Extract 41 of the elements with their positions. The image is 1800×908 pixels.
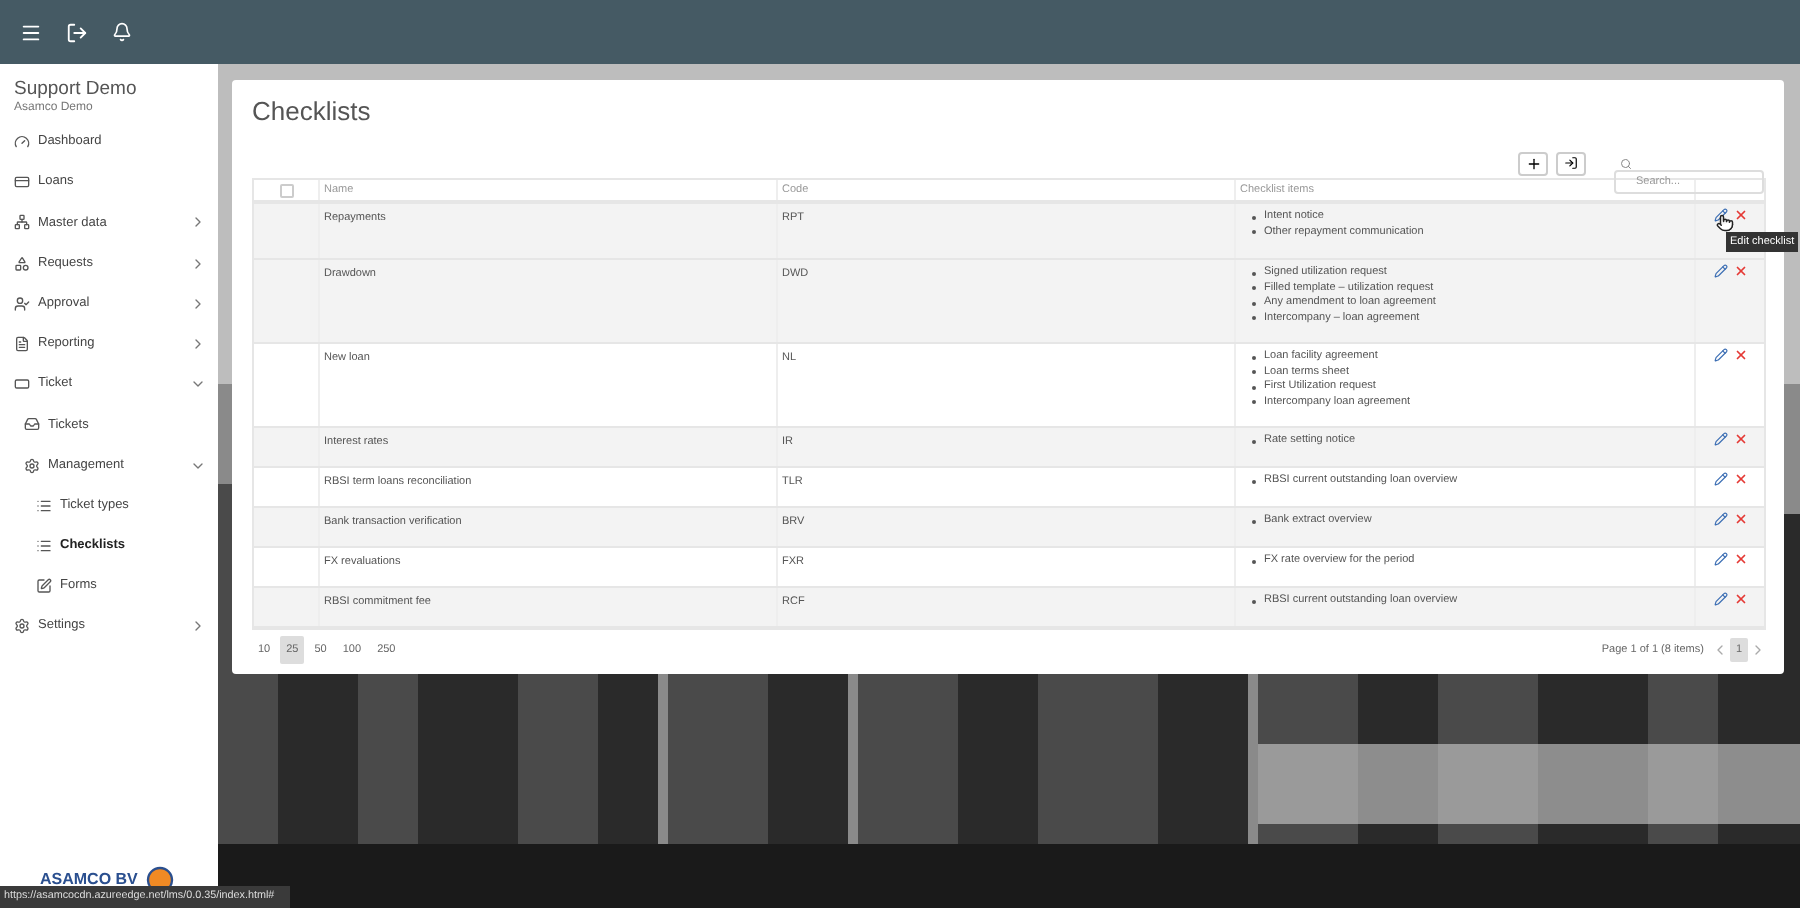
next-page-icon[interactable] <box>1750 642 1766 658</box>
menu-icon[interactable] <box>20 21 42 43</box>
delete-icon[interactable] <box>1734 512 1748 526</box>
pointer-icon <box>1716 214 1734 232</box>
import-icon <box>1564 156 1578 170</box>
logo-text: ASAMCO BV <box>40 872 138 888</box>
chevron-right-icon <box>190 336 206 353</box>
settings-icon <box>14 618 30 635</box>
rectangle-icon <box>14 376 30 393</box>
chevron-right-icon <box>190 214 206 231</box>
delete-icon[interactable] <box>1734 592 1748 606</box>
hierarchy-icon <box>14 214 30 231</box>
org-title: Support Demo <box>12 76 139 100</box>
document-icon <box>14 336 30 353</box>
dashboard-icon <box>14 134 30 151</box>
add-button[interactable] <box>1518 151 1548 175</box>
shapes-icon <box>14 255 30 272</box>
delete-icon[interactable] <box>1734 432 1748 446</box>
card-icon <box>14 174 30 191</box>
import-button[interactable] <box>1556 151 1586 175</box>
gear-icon <box>24 457 40 474</box>
bell-icon[interactable] <box>112 22 132 42</box>
edit-icon[interactable] <box>1714 208 1728 222</box>
edit-icon <box>36 578 52 595</box>
search-icon <box>1620 157 1632 169</box>
chevron-right-icon <box>190 618 206 635</box>
list-icon <box>36 537 52 554</box>
chevron-right-icon <box>190 295 206 312</box>
delete-icon[interactable] <box>1734 208 1748 222</box>
inbox-icon <box>24 416 40 433</box>
delete-icon[interactable] <box>1734 348 1748 362</box>
list-icon <box>36 497 52 514</box>
delete-icon[interactable] <box>1734 472 1748 486</box>
page-title: Checklists <box>252 96 373 128</box>
logout-icon[interactable] <box>66 21 88 43</box>
select-all-checkbox[interactable] <box>279 183 293 197</box>
user-check-icon <box>14 295 30 312</box>
delete-icon[interactable] <box>1734 264 1748 278</box>
plus-icon <box>1525 155 1541 171</box>
chevron-right-icon <box>190 255 206 272</box>
delete-icon[interactable] <box>1734 552 1748 566</box>
